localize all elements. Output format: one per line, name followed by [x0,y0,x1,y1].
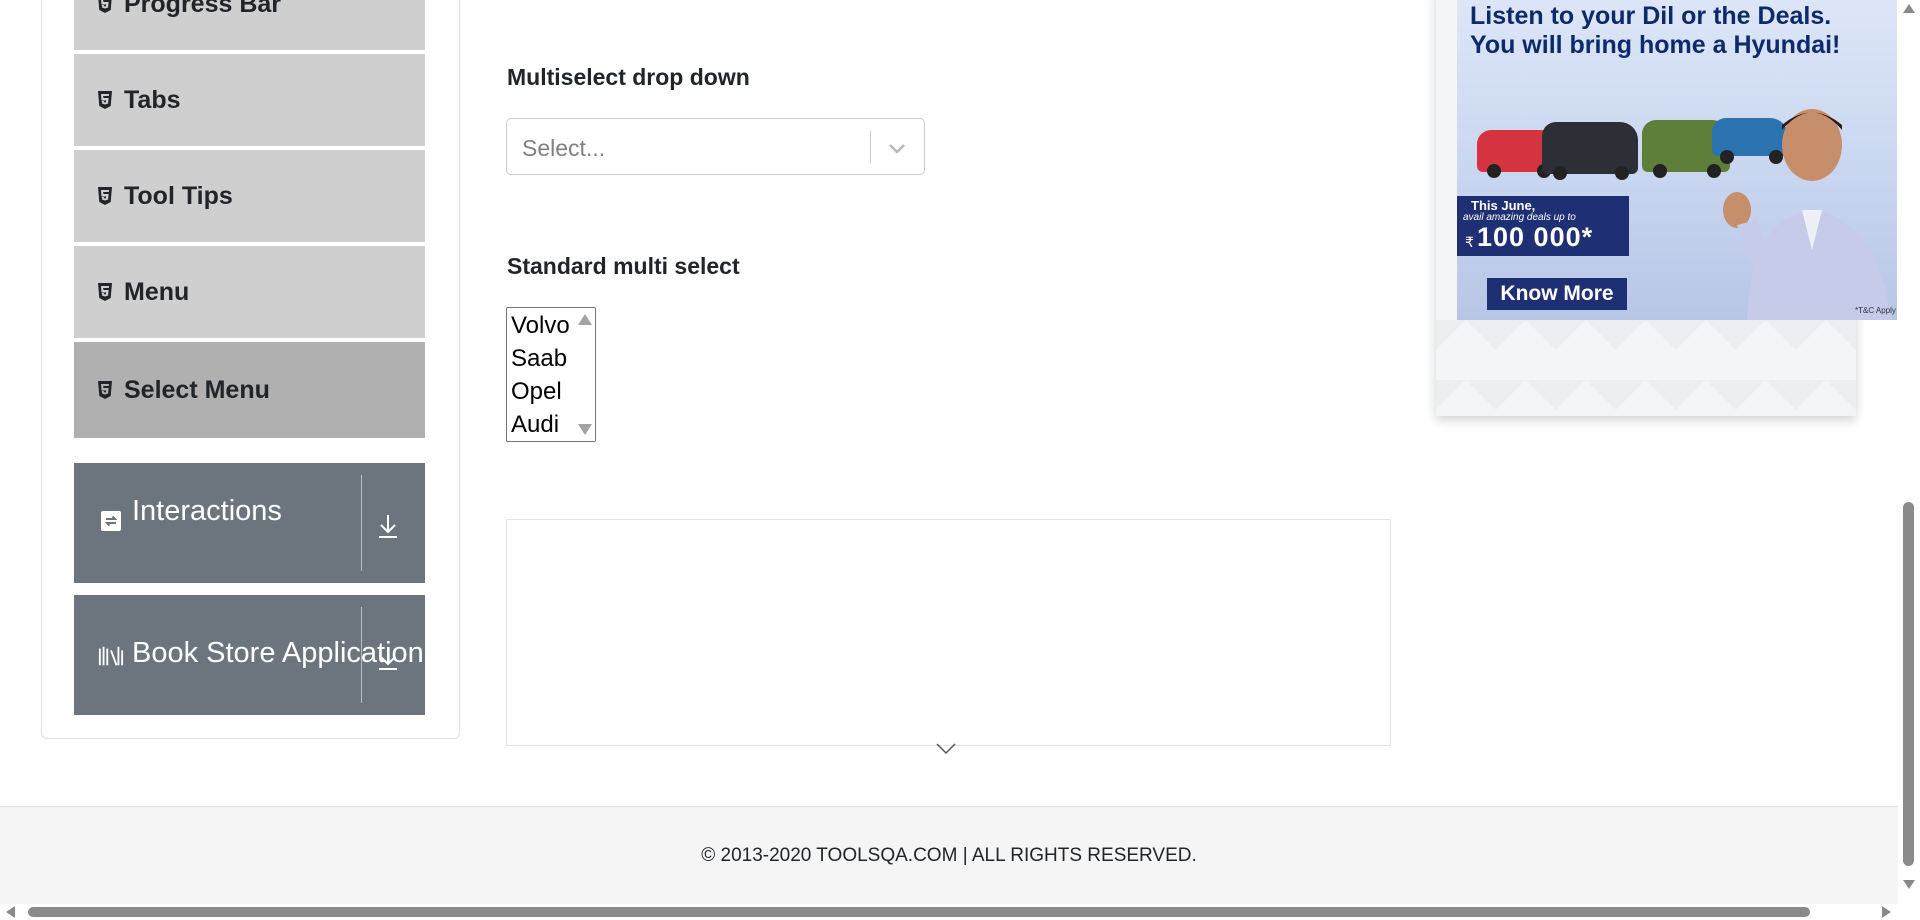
chevron-down-icon[interactable] [934,741,958,757]
sidebar-item-label: Tool Tips [124,181,233,210]
option-volvo[interactable]: Volvo [511,309,570,342]
footer-text: © 2013-2020 TOOLSQA.COM | ALL RIGHTS RES… [701,845,1197,866]
sidebar-item-label: Progress Bar [124,0,282,18]
sidebar-item-tabs[interactable]: Tabs [74,54,425,148]
download-arrow-icon[interactable] [373,645,403,671]
html5-icon [96,282,114,302]
vertical-scrollbar[interactable] [1898,0,1920,906]
group-header-book-store[interactable]: Book Store Application [74,595,425,715]
ad-placeholder-box [506,519,1391,746]
sidebar-item-tool-tips[interactable]: Tool Tips [74,150,425,244]
ad-headline: Listen to your Dil or the Deals. You wil… [1470,2,1840,60]
promo-box: This June, avail amazing deals up to ₹ 1… [1457,196,1629,256]
standard-multiselect-listbox[interactable]: Volvo Saab Opel Audi [506,307,596,442]
book-store-icon [98,644,124,668]
listbox-scrollbar[interactable] [573,308,595,441]
multiselect-dropdown[interactable]: Select... [506,118,925,175]
sidebar-item-select-menu[interactable]: Select Menu [74,342,425,438]
scroll-right-arrow-icon[interactable] [1882,906,1891,918]
promo-line1: This June, [1471,198,1536,213]
chevron-down-icon[interactable] [884,136,910,160]
html5-icon [96,186,114,206]
html5-icon [96,0,114,14]
scroll-down-arrow-icon[interactable] [578,424,592,435]
download-arrow-icon[interactable] [373,513,403,539]
know-more-button[interactable]: Know More [1487,278,1627,310]
interactions-icon [98,510,124,532]
scroll-left-arrow-icon[interactable] [6,906,15,918]
scroll-down-arrow-icon[interactable] [1903,880,1915,889]
ad-person-image [1723,109,1891,320]
sidebar-item-label: Tabs [124,85,181,114]
ad-headline-line1: Listen to your Dil or the Deals. [1470,2,1832,30]
sidebar-item-label: Menu [124,277,190,306]
option-saab[interactable]: Saab [511,342,567,375]
multiselect-placeholder: Select... [522,135,606,161]
promo-amount: 100 000* [1477,222,1594,252]
group-header-interactions[interactable]: Interactions [74,463,425,583]
divider [361,475,362,571]
currency-symbol: ₹ [1465,234,1474,250]
html5-icon [96,90,114,110]
sidebar-item-progress-bar[interactable]: Progress Bar [74,0,425,52]
indicator-separator [870,131,871,163]
standard-multiselect-label: Standard multi select [507,253,740,279]
ad-headline-line2: You will bring home a Hyundai! [1470,31,1841,59]
html5-icon [96,380,114,400]
scroll-up-arrow-icon[interactable] [1903,4,1915,13]
ad-banner[interactable]: Listen to your Dil or the Deals. You wil… [1457,0,1897,320]
horizontal-scrollbar[interactable] [0,904,1920,920]
tc-text: *T&C Apply [1855,306,1896,315]
divider [361,607,362,703]
footer: © 2013-2020 TOOLSQA.COM | ALL RIGHTS RES… [0,806,1898,904]
scroll-up-arrow-icon[interactable] [578,314,592,325]
option-audi[interactable]: Audi [511,408,559,441]
sidebar-item-menu[interactable]: Menu [74,246,425,340]
ad-card-pattern [1436,320,1856,416]
option-opel[interactable]: Opel [511,375,562,408]
scrollbar-thumb[interactable] [1903,502,1914,866]
scrollbar-thumb[interactable] [28,907,1810,917]
multiselect-label: Multiselect drop down [507,64,750,90]
sidebar-item-label: Select Menu [124,375,270,404]
